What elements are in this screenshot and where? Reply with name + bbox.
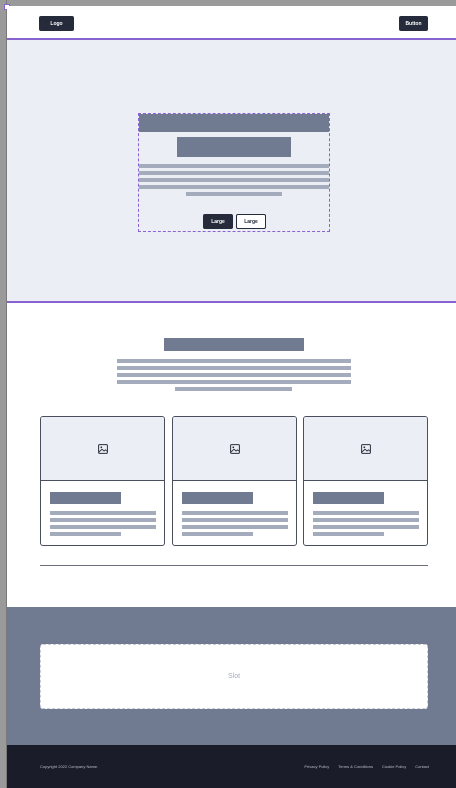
footer-copyright: Copyright 2022 Company Name. bbox=[40, 764, 99, 769]
card-text-line bbox=[182, 511, 288, 515]
hero-secondary-button[interactable]: Large bbox=[236, 214, 266, 229]
logo-button[interactable]: Logo bbox=[39, 16, 74, 31]
canvas-left-bar bbox=[0, 0, 7, 788]
card-text-line bbox=[313, 511, 419, 515]
hero-text-line bbox=[186, 192, 282, 196]
card-title-placeholder bbox=[313, 492, 384, 504]
image-icon bbox=[97, 443, 108, 454]
card-text-line bbox=[182, 518, 288, 522]
features-title-placeholder bbox=[164, 338, 304, 351]
card-text-line bbox=[50, 518, 156, 522]
header-button[interactable]: Button bbox=[399, 16, 428, 31]
hero-text-line bbox=[139, 185, 329, 189]
card-text-line bbox=[313, 525, 419, 529]
footer-link-terms[interactable]: Terms & Conditions bbox=[338, 764, 373, 769]
footer: Copyright 2022 Company Name. Privacy Pol… bbox=[7, 745, 456, 788]
card-media bbox=[41, 417, 164, 481]
image-icon bbox=[360, 443, 371, 454]
features-text-line bbox=[117, 359, 351, 363]
card-media bbox=[304, 417, 427, 481]
feature-card[interactable] bbox=[40, 416, 165, 546]
section-divider bbox=[40, 565, 428, 566]
header: Logo Button bbox=[7, 6, 456, 38]
hero-eyebrow-placeholder bbox=[139, 114, 329, 132]
page-frame: Logo Button Large Large Slot Copyright 2… bbox=[7, 6, 456, 788]
card-text-line bbox=[50, 525, 156, 529]
hero-text-line bbox=[139, 171, 329, 175]
hero-section: Large Large bbox=[7, 38, 456, 303]
card-text-line bbox=[182, 525, 288, 529]
card-text-line bbox=[182, 532, 253, 536]
footer-links: Privacy Policy Terms & Conditions Cookie… bbox=[304, 764, 429, 769]
footer-link-contact[interactable]: Contact bbox=[415, 764, 429, 769]
card-text-line bbox=[313, 532, 384, 536]
features-text-line bbox=[117, 373, 351, 377]
card-text-line bbox=[50, 511, 156, 515]
feature-card[interactable] bbox=[172, 416, 297, 546]
features-text-line bbox=[117, 380, 351, 384]
feature-card[interactable] bbox=[303, 416, 428, 546]
slot-section: Slot bbox=[7, 607, 456, 745]
hero-primary-button[interactable]: Large bbox=[203, 214, 233, 229]
card-text-line bbox=[50, 532, 121, 536]
slot-placeholder[interactable]: Slot bbox=[40, 644, 428, 709]
hero-content-box: Large Large bbox=[138, 113, 330, 232]
card-title-placeholder bbox=[182, 492, 253, 504]
features-text-line bbox=[175, 387, 292, 391]
hero-text-line bbox=[139, 178, 329, 182]
features-text-line bbox=[117, 366, 351, 370]
hero-text-line bbox=[139, 164, 329, 168]
footer-link-privacy[interactable]: Privacy Policy bbox=[304, 764, 329, 769]
footer-link-cookie[interactable]: Cookie Policy bbox=[382, 764, 406, 769]
hero-title-placeholder bbox=[177, 137, 291, 157]
card-text-line bbox=[313, 518, 419, 522]
card-media bbox=[173, 417, 296, 481]
image-icon bbox=[229, 443, 240, 454]
card-title-placeholder bbox=[50, 492, 121, 504]
